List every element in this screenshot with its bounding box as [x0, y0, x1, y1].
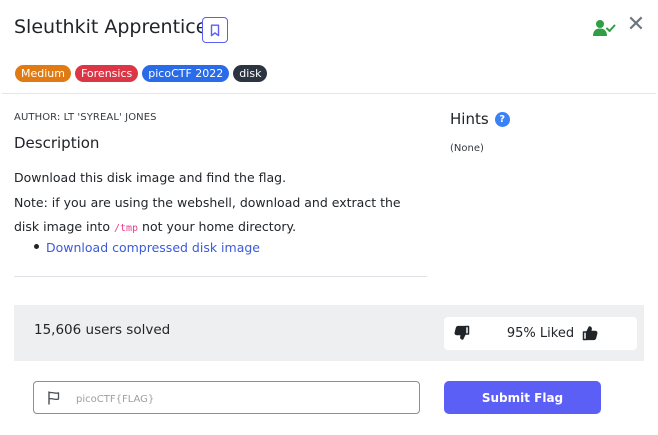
help-icon[interactable]: ?	[494, 111, 510, 127]
solved-count: 15,606 users solved	[34, 322, 171, 338]
user-check-icon[interactable]	[592, 18, 616, 38]
thumbs-up-icon[interactable]	[582, 325, 598, 341]
description-divider	[14, 276, 427, 277]
page-title: Sleuthkit Apprentice	[14, 16, 208, 38]
description-note: Note: if you are using the webshell, dow…	[14, 191, 414, 242]
description-line: Download this disk image and find the fl…	[14, 170, 287, 185]
submit-flag-button[interactable]: Submit Flag	[444, 381, 601, 414]
rating-box: 95% Liked	[444, 317, 637, 350]
liked-percentage: 95% Liked	[506, 326, 575, 341]
flag-input[interactable]	[74, 388, 408, 410]
tmp-path-code: /tmp	[113, 223, 139, 234]
tag-difficulty[interactable]: Medium	[15, 65, 71, 82]
tag-list: Medium Forensics picoCTF 2022 disk	[15, 65, 268, 82]
hints-value: (None)	[450, 143, 484, 154]
description-body: Download this disk image and find the fl…	[14, 166, 414, 242]
list-bullet	[34, 244, 39, 249]
note-text-end: not your home directory.	[138, 219, 297, 234]
bookmark-button[interactable]	[202, 17, 228, 43]
description-heading: Description	[14, 134, 100, 152]
header-divider	[2, 93, 656, 94]
hints-heading-label: Hints	[450, 110, 489, 128]
close-icon: ✕	[626, 12, 646, 37]
tag-event[interactable]: picoCTF 2022	[142, 65, 230, 82]
bookmark-icon	[210, 24, 220, 36]
tag-topic[interactable]: disk	[233, 65, 268, 82]
close-button[interactable]: ✕	[627, 14, 645, 36]
flag-input-group	[33, 381, 420, 414]
download-disk-image-link[interactable]: Download compressed disk image	[46, 240, 260, 255]
tag-category[interactable]: Forensics	[74, 65, 139, 82]
challenge-author: AUTHOR: LT 'SYREAL' JONES	[14, 112, 157, 123]
hints-heading: Hints ?	[450, 110, 510, 128]
flag-icon	[48, 391, 60, 405]
stats-panel: 15,606 users solved 95% Liked	[14, 305, 644, 361]
